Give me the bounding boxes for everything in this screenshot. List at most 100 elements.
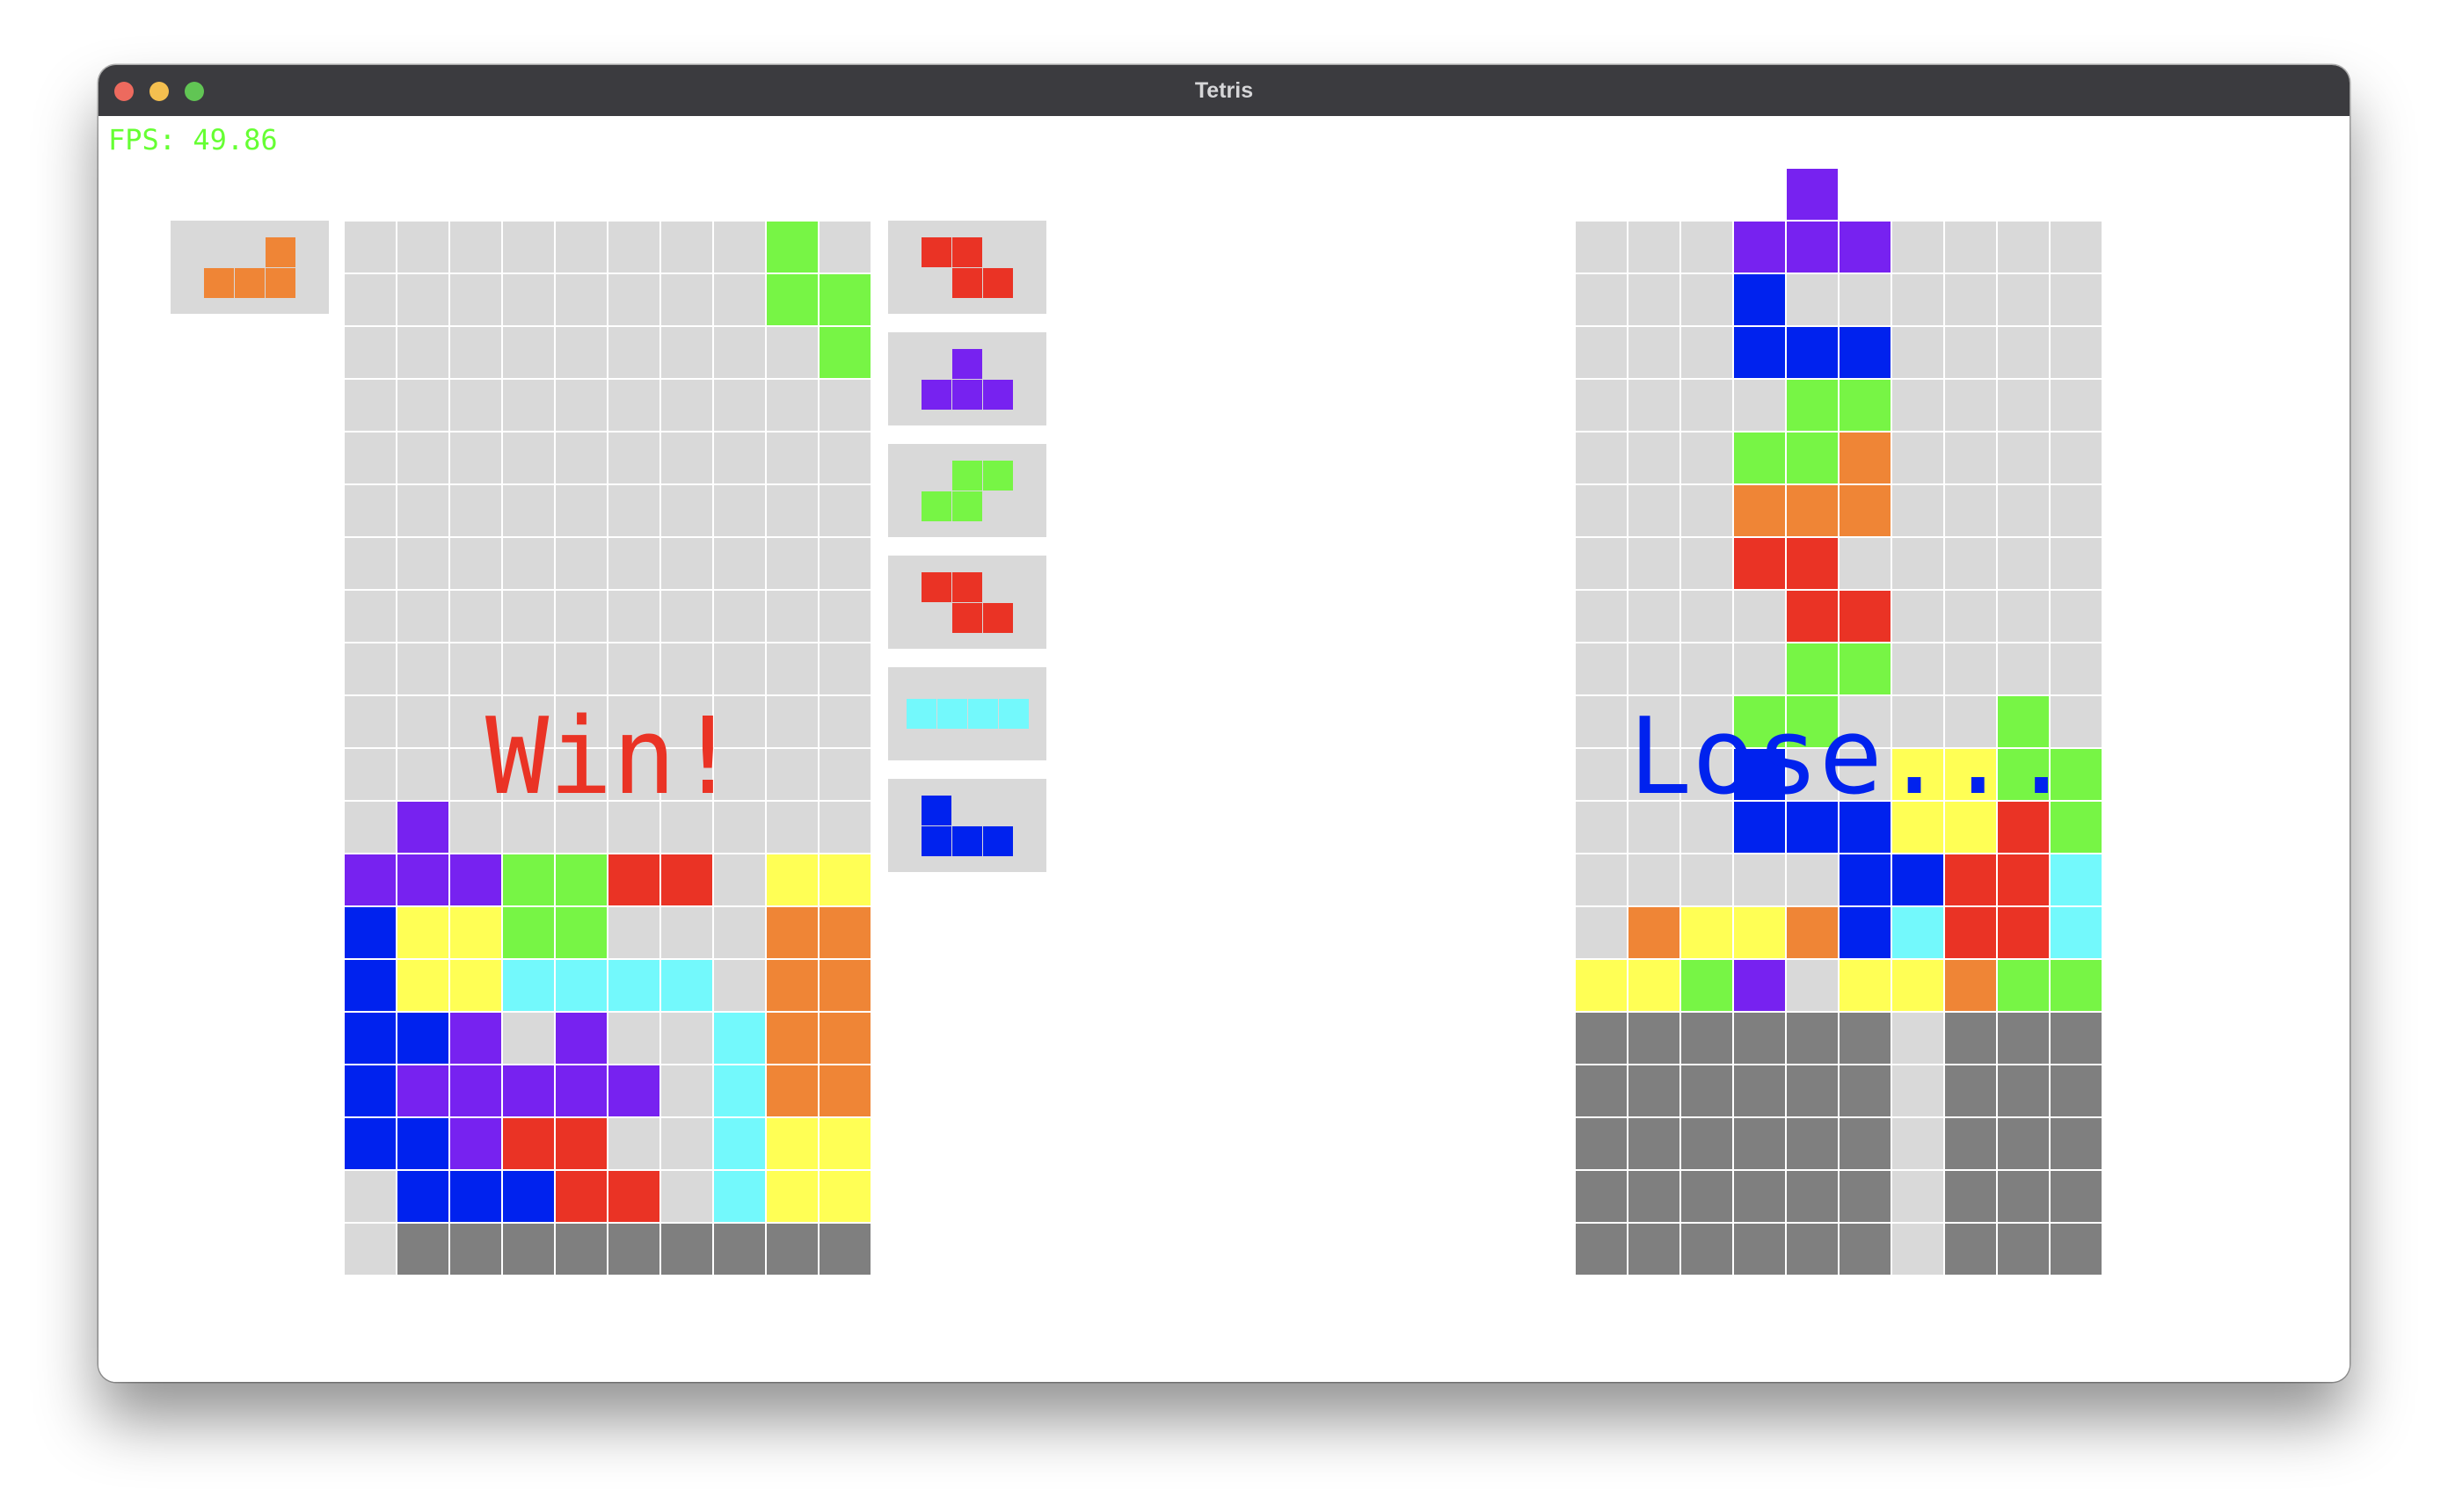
p2-cell-garbage <box>1945 1224 1996 1275</box>
hold-piece-block <box>266 268 295 298</box>
next-piece-block <box>922 826 951 856</box>
p1-cell-o <box>767 854 818 905</box>
p1-cell-garbage <box>767 1224 818 1275</box>
p1-cell-empty <box>608 485 659 536</box>
p2-cell-empty <box>1681 854 1732 905</box>
p2-cell-empty <box>1945 538 1996 589</box>
p1-cell-empty <box>345 1171 396 1222</box>
next-piece-block <box>952 380 982 410</box>
p1-cell-empty <box>767 433 818 483</box>
p2-cell-garbage <box>1628 1013 1679 1064</box>
p1-cell-o <box>820 854 871 905</box>
p2-cell-empty <box>1576 538 1627 589</box>
hold-piece-box <box>171 221 329 314</box>
p1-cell-empty <box>450 327 501 378</box>
p1-cell-empty <box>556 380 607 431</box>
p1-cell-empty <box>503 1013 554 1064</box>
p2-cell-empty <box>1998 327 2049 378</box>
p1-cell-l <box>767 1065 818 1116</box>
p2-cell-empty <box>1576 274 1627 325</box>
p2-cell-l <box>1787 907 1838 958</box>
p2-cell-j <box>1840 907 1891 958</box>
p2-cell-empty <box>1892 1224 1943 1275</box>
p2-cell-empty <box>1998 433 2049 483</box>
p2-cell-empty <box>1681 222 1732 273</box>
p1-cell-empty <box>503 433 554 483</box>
p2-cell-garbage <box>1945 1171 1996 1222</box>
p2-cell-garbage <box>1998 1013 2049 1064</box>
p2-cell-l <box>1945 960 1996 1011</box>
game-canvas[interactable]: FPS: 49.86 Win! Lose... <box>98 116 2350 1382</box>
p1-cell-empty <box>767 380 818 431</box>
p2-cell-garbage <box>1576 1224 1627 1275</box>
p1-cell-empty <box>608 433 659 483</box>
p1-cell-garbage <box>820 1224 871 1275</box>
next-piece-block <box>999 699 1029 729</box>
p1-cell-empty <box>556 222 607 273</box>
p1-cell-j <box>345 907 396 958</box>
p2-cell-empty <box>1576 591 1627 642</box>
p2-cell-t <box>1734 222 1785 273</box>
p2-cell-o <box>1734 907 1785 958</box>
p2-cell-empty <box>1576 749 1627 800</box>
p1-cell-t <box>608 1065 659 1116</box>
p1-cell-empty <box>820 591 871 642</box>
p2-cell-empty <box>1576 907 1627 958</box>
p2-cell-empty <box>1576 696 1627 747</box>
p2-cell-empty <box>1734 854 1785 905</box>
p1-cell-empty <box>661 380 712 431</box>
p2-cell-empty <box>1892 274 1943 325</box>
p2-cell-garbage <box>1628 1118 1679 1169</box>
p1-cell-empty <box>714 854 765 905</box>
p2-cell-garbage <box>1840 1224 1891 1275</box>
fps-counter: FPS: 49.86 <box>108 123 278 156</box>
p1-cell-o <box>767 1171 818 1222</box>
hold-piece-block <box>266 237 295 267</box>
p1-cell-s <box>503 907 554 958</box>
p1-cell-empty <box>714 485 765 536</box>
p1-cell-j <box>345 960 396 1011</box>
p2-cell-empty <box>1998 274 2049 325</box>
p1-cell-empty <box>661 433 712 483</box>
p1-cell-empty <box>661 222 712 273</box>
p1-cell-empty <box>450 274 501 325</box>
title-bar[interactable]: Tetris <box>98 65 2350 116</box>
p1-cell-empty <box>767 327 818 378</box>
p1-cell-empty <box>397 380 448 431</box>
p2-cell-empty <box>1576 643 1627 694</box>
p1-cell-empty <box>820 643 871 694</box>
p1-cell-z <box>661 854 712 905</box>
p2-cell-empty <box>1945 380 1996 431</box>
p2-cell-garbage <box>1576 1065 1627 1116</box>
p2-cell-garbage <box>1734 1118 1785 1169</box>
p2-cell-i <box>2051 907 2102 958</box>
p2-cell-z <box>1734 538 1785 589</box>
p1-cell-l <box>820 1013 871 1064</box>
p1-cell-i <box>556 960 607 1011</box>
p1-cell-garbage <box>503 1224 554 1275</box>
p2-cell-garbage <box>1998 1118 2049 1169</box>
p2-cell-z <box>1945 907 1996 958</box>
p1-cell-l <box>767 960 818 1011</box>
p1-cell-empty <box>661 591 712 642</box>
p1-cell-empty <box>608 643 659 694</box>
p2-cell-l <box>1787 485 1838 536</box>
p1-cell-empty <box>820 380 871 431</box>
p2-cell-empty <box>1628 327 1679 378</box>
p1-cell-s <box>556 854 607 905</box>
p1-cell-empty <box>767 749 818 800</box>
p1-cell-t <box>450 1013 501 1064</box>
p1-cell-empty <box>397 433 448 483</box>
p2-cell-s <box>1840 643 1891 694</box>
p2-cell-o <box>1576 960 1627 1011</box>
next-piece-block <box>922 491 951 521</box>
next-piece-block <box>983 461 1013 491</box>
p1-cell-z <box>608 854 659 905</box>
p2-cell-empty <box>1787 854 1838 905</box>
p2-cell-empty <box>2051 222 2102 273</box>
next-piece-block <box>952 572 982 602</box>
p2-cell-garbage <box>1576 1171 1627 1222</box>
p1-cell-z <box>556 1118 607 1169</box>
p1-cell-empty <box>661 1065 712 1116</box>
p2-cell-empty <box>1998 485 2049 536</box>
